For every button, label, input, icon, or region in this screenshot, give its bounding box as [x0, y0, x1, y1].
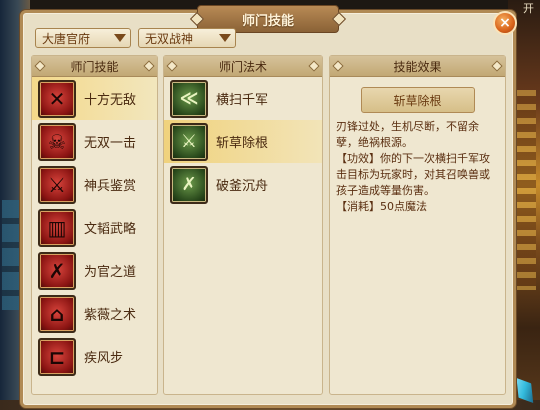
- skill-icon: ⚔: [38, 165, 76, 204]
- skill-row[interactable]: ⊏ 疾风步: [32, 335, 157, 378]
- skill-label: 文韬武略: [84, 222, 137, 237]
- skill-label: 疾风步: [84, 351, 124, 366]
- skills-column: 师门技能 ✕ 十方无敌 ☠ 无双一击 ⚔ 神兵鉴赏 ▥ 文韬武略 ✗ 为官之道: [31, 55, 158, 395]
- faction-dropdown[interactable]: 大唐官府: [35, 28, 131, 48]
- technique-icon: ⚔: [170, 122, 208, 161]
- chevron-down-icon: [219, 34, 231, 42]
- techniques-column: 师门法术 ≪ 横扫千军 ⚔ 斩草除根 ✗ 破釜沉舟: [163, 55, 323, 395]
- techniques-list: ≪ 横扫千军 ⚔ 斩草除根 ✗ 破釜沉舟: [164, 77, 322, 206]
- technique-label: 斩草除根: [216, 136, 269, 151]
- skill-row[interactable]: ☠ 无双一击: [32, 120, 157, 163]
- effect-cost-text: 【消耗】50点魔法: [336, 200, 427, 213]
- technique-row[interactable]: ≪ 横扫千军: [164, 77, 322, 120]
- mode-dropdown-value: 无双战神: [145, 31, 194, 46]
- technique-row[interactable]: ✗ 破釜沉舟: [164, 163, 322, 206]
- skill-row[interactable]: ⌂ 紫薇之术: [32, 292, 157, 335]
- effects-column-header: 技能效果: [330, 56, 505, 77]
- effects-column: 技能效果 斩草除根 刃锋过处，生机尽断，不留余孽，绝祸根源。 【功效】你的下一次…: [329, 55, 506, 395]
- techniques-column-header: 师门法术: [164, 56, 322, 77]
- effect-name-badge: 斩草除根: [360, 87, 475, 113]
- background-top-text: 开: [523, 2, 536, 15]
- skill-label: 为官之道: [84, 265, 137, 280]
- skill-label: 十方无敌: [84, 93, 137, 108]
- technique-label: 横扫千军: [216, 93, 269, 108]
- effect-flavor-text: 刃锋过处，生机尽断，不留余孽，绝祸根源。: [336, 120, 479, 149]
- skill-row[interactable]: ▥ 文韬武略: [32, 206, 157, 249]
- skills-column-header: 师门技能: [32, 56, 157, 77]
- skill-label: 神兵鉴赏: [84, 179, 137, 194]
- technique-label: 破釜沉舟: [216, 179, 269, 194]
- skill-icon: ✕: [38, 79, 76, 118]
- skill-icon: ⌂: [38, 294, 76, 333]
- effect-function-text: 【功效】你的下一次横扫千军攻击目标为玩家时，对其召唤兽或孩子造成等量伤害。: [336, 152, 490, 197]
- skill-row[interactable]: ⚔ 神兵鉴赏: [32, 163, 157, 206]
- skill-icon: ▥: [38, 208, 76, 247]
- chevron-down-icon: [114, 34, 126, 42]
- skills-panel: 师门技能 × 大唐官府 无双战神 师门技能 ✕ 十方无敌 ☠ 无双一击 ⚔ 神兵…: [20, 5, 517, 408]
- technique-icon: ≪: [170, 79, 208, 118]
- skills-list: ✕ 十方无敌 ☠ 无双一击 ⚔ 神兵鉴赏 ▥ 文韬武略 ✗ 为官之道 ⌂ 紫薇之…: [32, 77, 157, 378]
- close-button[interactable]: ×: [493, 11, 517, 35]
- technique-icon: ✗: [170, 165, 208, 204]
- skill-icon: ⊏: [38, 337, 76, 376]
- skill-label: 无双一击: [84, 136, 137, 151]
- faction-dropdown-value: 大唐官府: [42, 31, 91, 46]
- technique-row[interactable]: ⚔ 斩草除根: [164, 120, 322, 163]
- skill-icon: ☠: [38, 122, 76, 161]
- skill-row[interactable]: ✕ 十方无敌: [32, 77, 157, 120]
- skill-label: 紫薇之术: [84, 308, 137, 323]
- mode-dropdown[interactable]: 无双战神: [138, 28, 236, 48]
- skill-icon: ✗: [38, 251, 76, 290]
- effect-description: 刃锋过处，生机尽断，不留余孽，绝祸根源。 【功效】你的下一次横扫千军攻击目标为玩…: [330, 119, 505, 215]
- skill-row[interactable]: ✗ 为官之道: [32, 249, 157, 292]
